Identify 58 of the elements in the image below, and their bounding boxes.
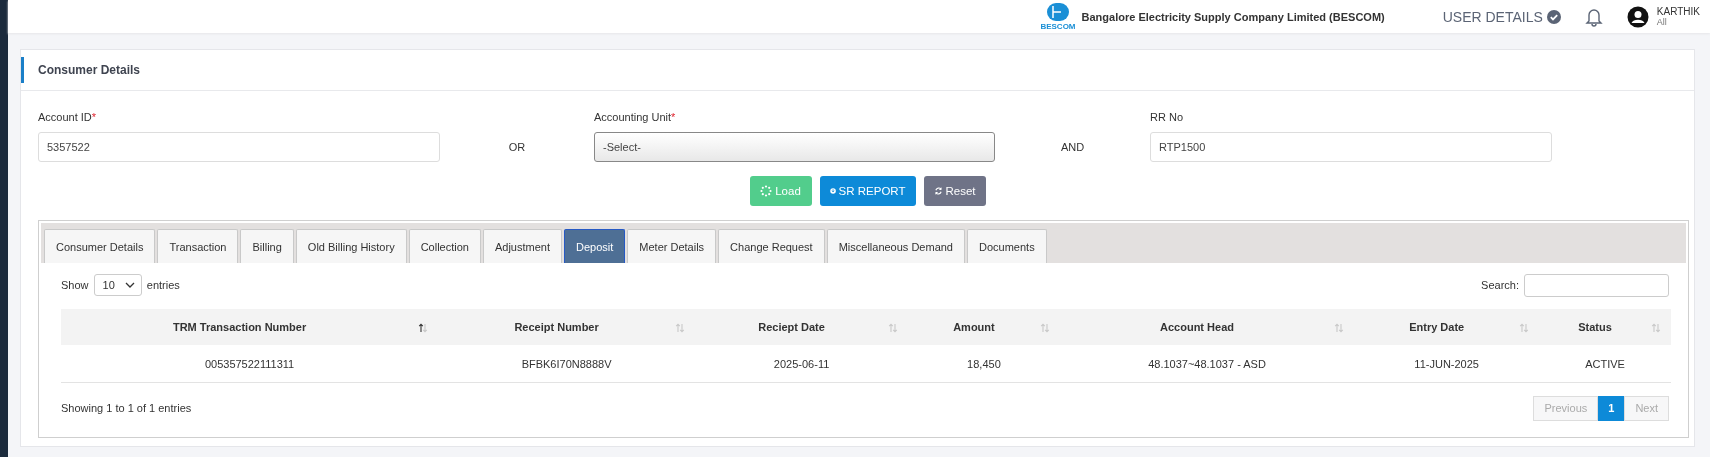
show-label: Show [61, 279, 89, 291]
table-cell: 11-JUN-2025 [1414, 357, 1479, 370]
required-asterisk: * [91, 111, 97, 123]
entries-info: Showing 1 to 1 of 1 entries [61, 402, 192, 414]
spinner-icon [760, 185, 773, 197]
tab[interactable]: Old Billing History [295, 229, 407, 263]
field-label: Account ID [38, 111, 92, 123]
accent-bar [21, 57, 24, 83]
download-circle-icon [829, 185, 836, 197]
column-header[interactable]: Amount [908, 309, 1060, 345]
tab[interactable]: Documents [967, 229, 1047, 263]
card-title: Consumer Details [38, 63, 141, 77]
report-button[interactable]: SR REPORT [819, 176, 916, 206]
entries-label: entries [146, 279, 180, 291]
company-name: Bangalore Electricity Supply Company Limited (BESCOM) [1081, 10, 1385, 23]
input-field[interactable]: RTP1500 [1150, 132, 1552, 162]
field-label: RR No [1150, 111, 1183, 123]
table-cell: 48.1037~48.1037 - ASD [1148, 357, 1266, 370]
notification-bell-icon[interactable] [1584, 6, 1603, 27]
page-number-button[interactable]: 1 [1598, 395, 1625, 421]
column-header[interactable]: TRM Transaction Number [61, 309, 439, 345]
user-details-button[interactable]: USER DETAILS [1442, 8, 1561, 25]
logo-text: BESCOM [1040, 22, 1076, 31]
tab[interactable]: Meter Details [627, 229, 717, 263]
search-field[interactable] [1524, 273, 1669, 297]
required-asterisk: * [671, 111, 676, 123]
conjunction-label: AND [1060, 141, 1085, 153]
avatar-icon[interactable] [1626, 5, 1649, 28]
column-header[interactable]: Receipt Number [438, 309, 695, 345]
user-name: KARTHIK [1656, 5, 1700, 17]
tab[interactable]: Consumer Details [44, 229, 156, 263]
table-cell: 18,450 [967, 357, 1001, 370]
tab[interactable]: Collection [408, 229, 481, 263]
refresh-icon [933, 185, 943, 197]
conjunction-label: OR [508, 141, 526, 153]
user-role: All [1656, 16, 1668, 28]
input-field[interactable]: 5357522 [38, 132, 440, 162]
column-header[interactable]: Entry Date [1354, 309, 1539, 345]
table-cell: 005357522111311 [204, 357, 295, 370]
dropdown-field[interactable]: -Select- [594, 132, 995, 162]
reset-button[interactable]: Reset [923, 176, 986, 206]
table-cell: BFBK6I70N8888V [521, 357, 612, 370]
search-label: Search: [1481, 279, 1519, 291]
column-header[interactable]: Account Head [1059, 309, 1355, 345]
tab[interactable]: Miscellaneous Demand [826, 229, 965, 263]
column-header[interactable]: Reciept Date [695, 309, 909, 345]
column-header[interactable]: Status [1539, 309, 1671, 345]
tab[interactable]: Billing [240, 229, 294, 263]
tab[interactable]: Transaction [157, 229, 239, 263]
table-cell: ACTIVE [1585, 357, 1625, 370]
field-label: Accounting Unit [594, 111, 672, 123]
chevron-down-icon [124, 282, 135, 288]
tab[interactable]: Adjustment [482, 229, 562, 263]
tab[interactable]: Change Request [718, 229, 825, 263]
table-cell: 2025-06-11 [773, 357, 830, 370]
page-size-dropdown[interactable]: 10 [93, 274, 142, 296]
check-circle-icon [1546, 9, 1561, 24]
tab[interactable]: Deposit [564, 229, 626, 263]
